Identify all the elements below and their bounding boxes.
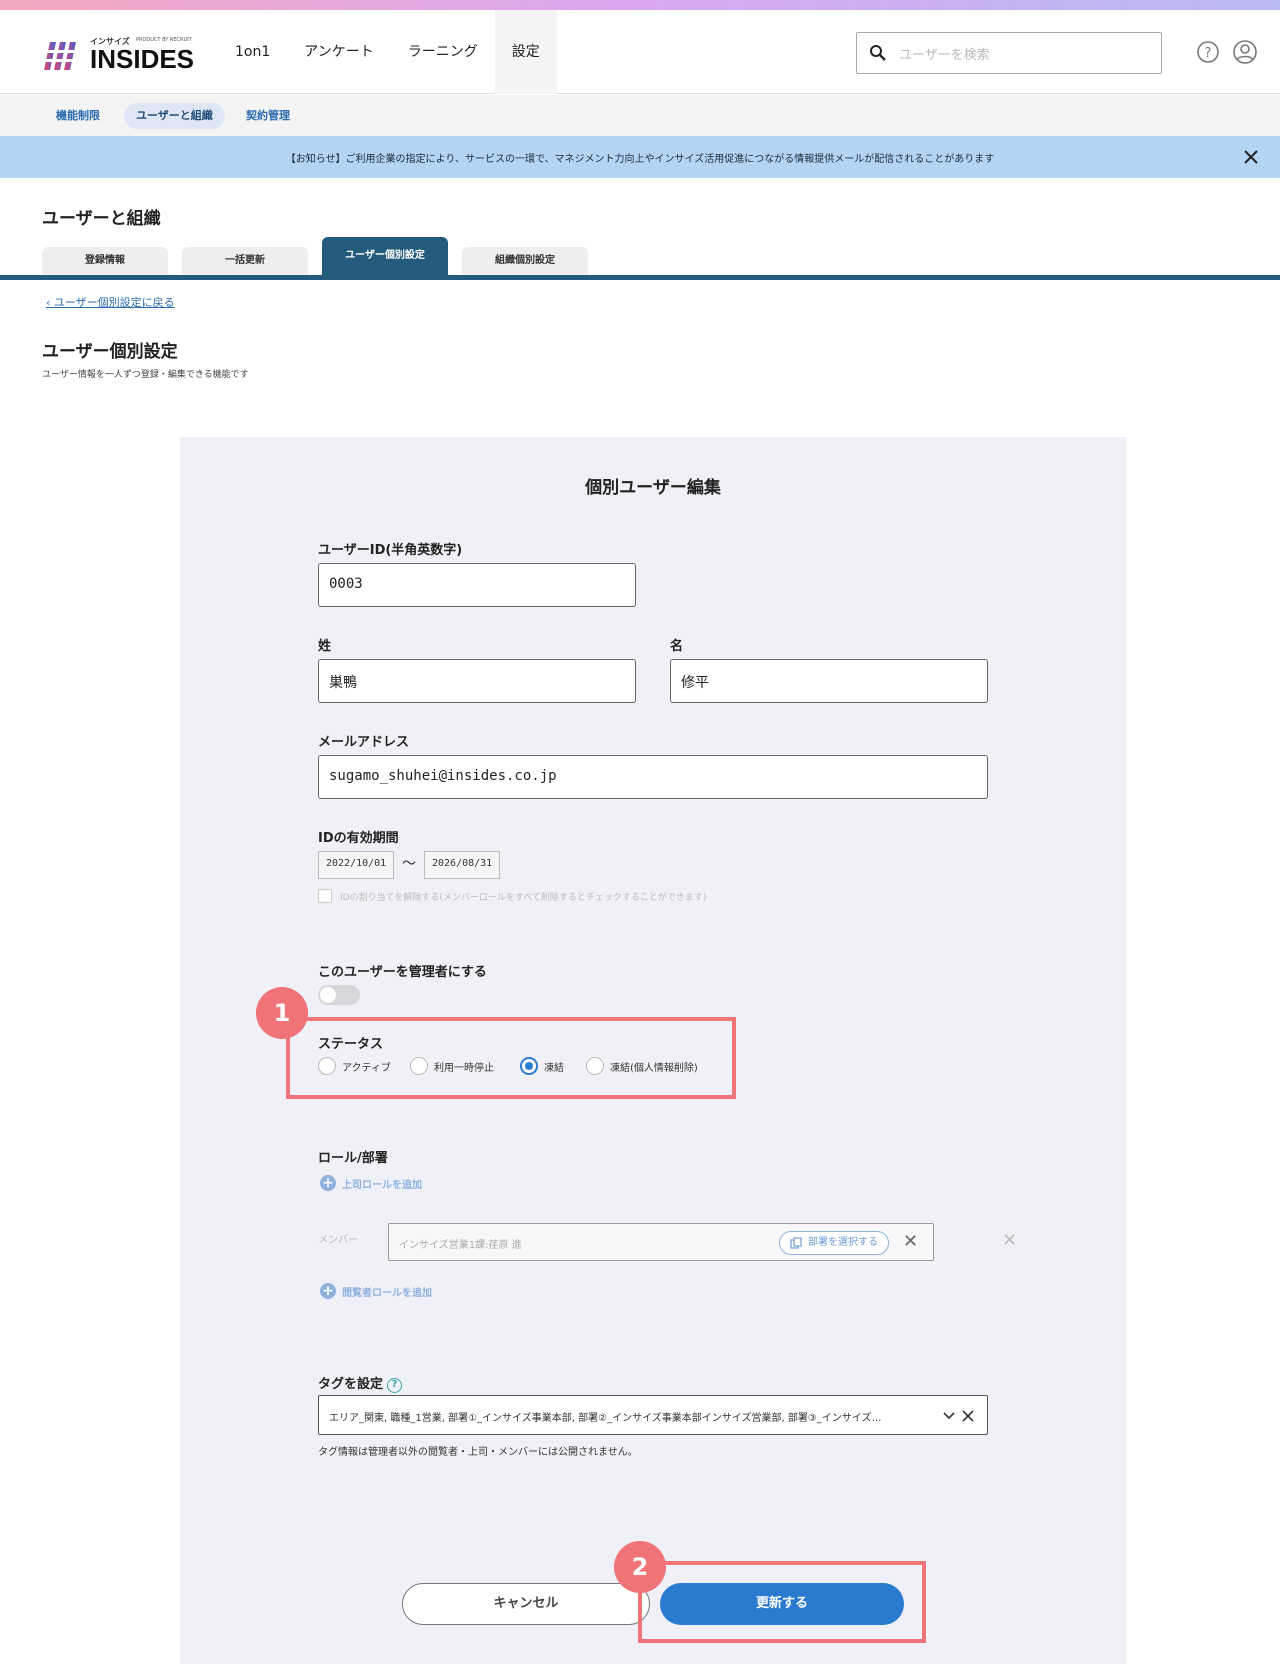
unassign-checkbox[interactable] xyxy=(318,889,332,903)
annotation-badge-1: 1 xyxy=(256,987,308,1039)
add-viewer-role-label: 閲覧者ロールを追加 xyxy=(342,1287,432,1299)
admin-label: このユーザーを管理者にする xyxy=(318,965,487,980)
subnav-feature-limits[interactable]: 機能制限 xyxy=(44,103,112,129)
logo-wordmark: INSIDES xyxy=(90,44,195,74)
logo-tagline: PRODUCT BY RECRUIT xyxy=(136,37,192,43)
plus-icon: + xyxy=(320,1175,336,1191)
annotation-badge-2: 2 xyxy=(614,1541,666,1593)
admin-toggle[interactable] xyxy=(318,985,360,1005)
svg-text:?: ? xyxy=(1205,46,1212,61)
cancel-button[interactable]: キャンセル xyxy=(402,1583,650,1625)
nav-item-settings[interactable]: 設定 xyxy=(494,10,557,94)
top-gradient-bar xyxy=(0,0,1280,10)
add-viewer-role-button[interactable]: + 閲覧者ロールを追加 xyxy=(320,1283,432,1299)
tab-user-settings[interactable]: ユーザー個別設定 xyxy=(322,237,448,275)
member-dept-value: インサイズ営業1課:荏原 進 xyxy=(399,1240,522,1251)
select-dept-label: 部署を選択する xyxy=(808,1237,878,1248)
header: インサイズ PRODUCT BY RECRUIT INSIDES 1on1 アン… xyxy=(0,10,1280,94)
tags-label: タグを設定? xyxy=(318,1373,403,1393)
user-id-label: ユーザーID(半角英数字) xyxy=(318,543,463,558)
tags-note: タグ情報は管理者以外の閲覧者・上司・メンバーには公開されません。 xyxy=(318,1447,638,1458)
email-label: メールアドレス xyxy=(318,735,410,750)
page-title: ユーザーと組織 xyxy=(42,209,161,229)
toggle-knob xyxy=(320,987,336,1003)
search-icon xyxy=(870,45,886,61)
settings-subnav: 機能制限 ユーザーと組織 契約管理 xyxy=(0,95,1280,136)
tags-select[interactable]: エリア_関東, 職種_1営業, 部署①_インサイズ事業本部, 部署②_インサイズ… xyxy=(318,1395,988,1435)
back-link-label: ユーザー個別設定に戻る xyxy=(53,296,175,309)
copy-icon xyxy=(790,1237,802,1249)
chevron-left-icon: ‹ xyxy=(46,296,54,309)
close-icon[interactable] xyxy=(1242,148,1260,166)
validity-separator: 〜 xyxy=(402,856,416,872)
unassign-label: IDの割り当てを解除する(メンバーロールをすべて削除するとチェックすることができ… xyxy=(340,893,707,903)
plus-icon: + xyxy=(320,1283,336,1299)
validity-to-input[interactable]: 2026/08/31 xyxy=(424,851,500,879)
select-dept-button[interactable]: 部署を選択する xyxy=(779,1231,889,1255)
validity-from-input[interactable]: 2022/10/01 xyxy=(318,851,394,879)
subnav-contracts[interactable]: 契約管理 xyxy=(234,103,302,129)
tab-registration[interactable]: 登録情報 xyxy=(42,247,168,275)
user-search-input[interactable]: ユーザーを検索 xyxy=(856,32,1162,74)
edit-user-panel: 個別ユーザー編集 ユーザーID(半角英数字) 0003 姓 巣鴨 名 修平 メー… xyxy=(180,437,1126,1664)
tab-bulk-update[interactable]: 一括更新 xyxy=(182,247,308,275)
nav-item-learning[interactable]: ラーニング xyxy=(391,10,495,94)
last-name-input[interactable]: 巣鴨 xyxy=(318,659,636,703)
email-input[interactable]: sugamo_shuhei@insides.co.jp xyxy=(318,755,988,799)
member-dept-field[interactable]: インサイズ営業1課:荏原 進 部署を選択する ✕ xyxy=(388,1223,934,1261)
nav-item-survey[interactable]: アンケート xyxy=(287,10,390,94)
help-icon[interactable]: ? xyxy=(387,1378,403,1393)
search-placeholder: ユーザーを検索 xyxy=(899,48,990,63)
highlight-box-update xyxy=(638,1561,926,1643)
add-boss-role-label: 上司ロールを追加 xyxy=(342,1179,422,1191)
main-nav: 1on1 アンケート ラーニング 設定 xyxy=(218,10,557,94)
insides-logo[interactable]: インサイズ PRODUCT BY RECRUIT INSIDES xyxy=(44,30,194,78)
add-boss-role-button[interactable]: + 上司ロールを追加 xyxy=(320,1175,422,1191)
tab-org-settings[interactable]: 組織個別設定 xyxy=(462,247,588,275)
clear-tags-icon[interactable] xyxy=(961,1409,975,1423)
clear-dept-icon[interactable]: ✕ xyxy=(903,1231,918,1252)
nav-item-1on1[interactable]: 1on1 xyxy=(218,10,287,94)
validity-label: IDの有効期間 xyxy=(318,831,399,846)
chevron-down-icon[interactable] xyxy=(943,1412,955,1420)
form-title: 個別ユーザー編集 xyxy=(585,478,721,498)
highlight-box-status xyxy=(286,1017,736,1099)
back-link[interactable]: ‹ ユーザー個別設定に戻る xyxy=(46,294,175,310)
first-name-label: 名 xyxy=(670,639,684,654)
roles-label: ロール/部署 xyxy=(318,1151,388,1166)
help-icon[interactable]: ? xyxy=(1196,40,1220,64)
section-description: ユーザー情報を一人ずつ登録・編集できる機能です xyxy=(42,370,249,380)
tags-label-text: タグを設定 xyxy=(318,1377,384,1392)
tags-value: エリア_関東, 職種_1営業, 部署①_インサイズ事業本部, 部署②_インサイズ… xyxy=(329,1413,882,1424)
account-icon[interactable] xyxy=(1232,39,1258,65)
user-id-input[interactable]: 0003 xyxy=(318,563,636,607)
member-label: メンバー xyxy=(318,1235,358,1246)
first-name-input[interactable]: 修平 xyxy=(670,659,988,703)
last-name-label: 姓 xyxy=(318,639,332,654)
notice-banner: 【お知らせ】ご利用企業の指定により、サービスの一環で、マネジメント力向上やインサ… xyxy=(0,136,1280,178)
section-title: ユーザー個別設定 xyxy=(42,342,178,362)
subnav-users-orgs[interactable]: ユーザーと組織 xyxy=(124,103,225,129)
notice-text: 【お知らせ】ご利用企業の指定により、サービスの一環で、マネジメント力向上やインサ… xyxy=(285,154,995,165)
logo-mark-icon xyxy=(44,42,80,70)
tab-underline xyxy=(0,275,1280,280)
remove-member-role-icon[interactable]: ✕ xyxy=(1002,1230,1017,1251)
